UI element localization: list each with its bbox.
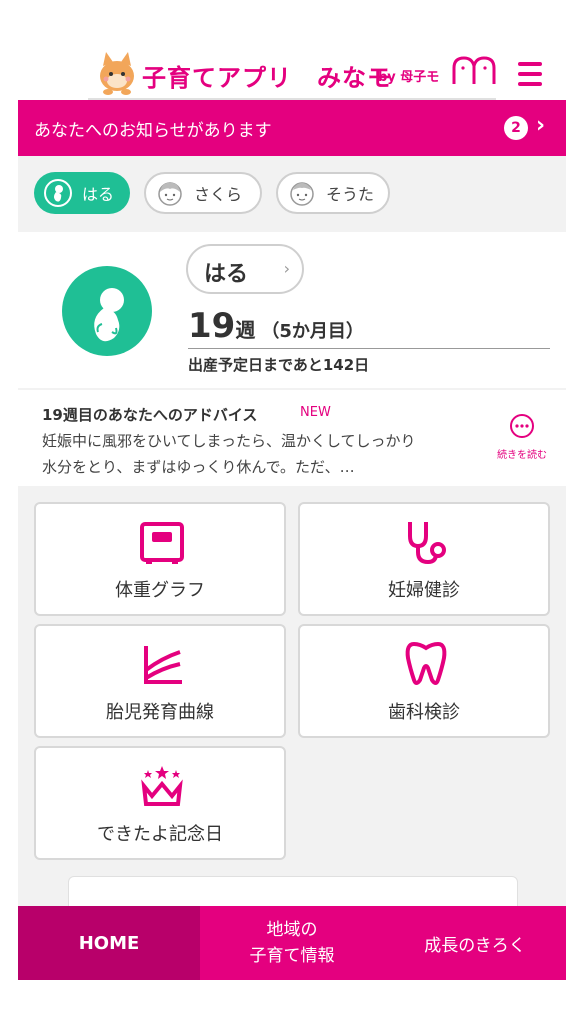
child-chip-label: はる — [82, 185, 115, 204]
card-label: 歯科検診 — [388, 702, 460, 723]
card-label: 体重グラフ — [115, 580, 205, 601]
nav-home[interactable]: HOME — [18, 906, 200, 980]
child-selector: はる さくら そうた — [18, 156, 566, 230]
chevron-right-icon: › — [536, 113, 546, 138]
nav-label: 成長のきろく — [424, 935, 526, 956]
prenatal-checkup-button[interactable]: 妊婦健診 — [298, 502, 550, 616]
nav-label: 子育て情報 — [249, 946, 335, 966]
scale-icon — [140, 522, 184, 564]
card-label: できたよ記念日 — [97, 824, 223, 845]
child-chip-souta[interactable]: そうた — [276, 172, 390, 214]
read-more-button[interactable]: 続きを読む — [490, 414, 554, 464]
child-chip-label: そうた — [326, 185, 375, 204]
advice-title: 19週目のあなたへのアドバイス — [42, 406, 258, 424]
child-name: はる — [204, 262, 249, 287]
child-chip-haru[interactable]: はる — [34, 172, 130, 214]
pregnancy-week: 19週 （5か月目） — [188, 306, 364, 346]
embryo-icon — [44, 179, 72, 207]
notification-bar[interactable]: あなたへのお知らせがあります 2 › — [18, 100, 566, 156]
child-chip-label: さくら — [194, 185, 243, 204]
week-unit: 週 — [235, 318, 256, 342]
fetal-growth-curve-button[interactable]: 胎児発育曲線 — [34, 624, 286, 738]
child-chip-sakura[interactable]: さくら — [144, 172, 262, 214]
bottom-navigation: HOME 地域の 子育て情報 成長のきろく — [18, 906, 566, 980]
dental-checkup-button[interactable]: 歯科検診 — [298, 624, 550, 738]
tooth-icon — [405, 641, 447, 685]
weight-graph-button[interactable]: 体重グラフ — [34, 502, 286, 616]
milestone-button[interactable]: できたよ記念日 — [34, 746, 286, 860]
divider — [188, 348, 550, 349]
growth-curve-icon — [144, 646, 182, 684]
app-title: 子育てアプリ みなモ — [142, 64, 392, 92]
advice-line: 水分をとり、まずはゆっくり休んで。ただ、… — [42, 458, 355, 476]
boy-face-icon — [290, 182, 314, 206]
month-count: （5か月目） — [261, 321, 364, 342]
advice-line: 妊娠中に風邪をひいてしまったら、温かくしてしっかり — [42, 432, 416, 450]
card-label: 胎児発育曲線 — [106, 702, 214, 723]
girl-face-icon — [158, 182, 182, 206]
nav-label: HOME — [78, 932, 140, 954]
brand-by-label: by 母子モ — [378, 70, 440, 85]
hamburger-menu-icon[interactable] — [516, 62, 544, 88]
stethoscope-icon — [408, 522, 446, 565]
card-label: 妊婦健診 — [388, 580, 460, 601]
nav-label: 地域の — [266, 920, 318, 940]
crown-icon — [141, 766, 183, 806]
speech-bubble-icon — [510, 414, 534, 438]
new-badge: NEW — [300, 405, 331, 420]
nav-local-childcare-info[interactable]: 地域の 子育て情報 — [200, 906, 384, 980]
notification-text: あなたへのお知らせがあります — [34, 121, 272, 141]
boshimo-logo-icon — [452, 56, 496, 84]
advice-body: 妊娠中に風邪をひいてしまったら、温かくしてしっかり 水分をとり、まずはゆっくり休… — [42, 428, 492, 480]
weekly-advice[interactable]: 19週目のあなたへのアドバイス NEW 妊娠中に風邪をひいてしまったら、温かくし… — [18, 390, 566, 486]
child-name-button[interactable]: はる › — [186, 244, 304, 294]
due-date-countdown: 出産予定日まであと142日 — [188, 356, 370, 374]
notification-count-badge: 2 — [504, 116, 528, 140]
pregnancy-profile-card: はる › 19週 （5か月目） 出産予定日まであと142日 — [18, 232, 566, 388]
app-frame: 子育てアプリ みなモ by 母子モ あなたへのお知らせがあります 2 › はる — [18, 0, 566, 980]
embryo-avatar-icon — [62, 266, 152, 356]
nav-growth-record[interactable]: 成長のきろく — [384, 906, 566, 980]
app-header: 子育てアプリ みなモ by 母子モ — [18, 0, 566, 100]
read-more-label: 続きを読む — [497, 450, 547, 461]
week-number: 19 — [188, 306, 236, 346]
mascot-icon — [100, 52, 134, 95]
chevron-right-icon: › — [283, 259, 290, 278]
